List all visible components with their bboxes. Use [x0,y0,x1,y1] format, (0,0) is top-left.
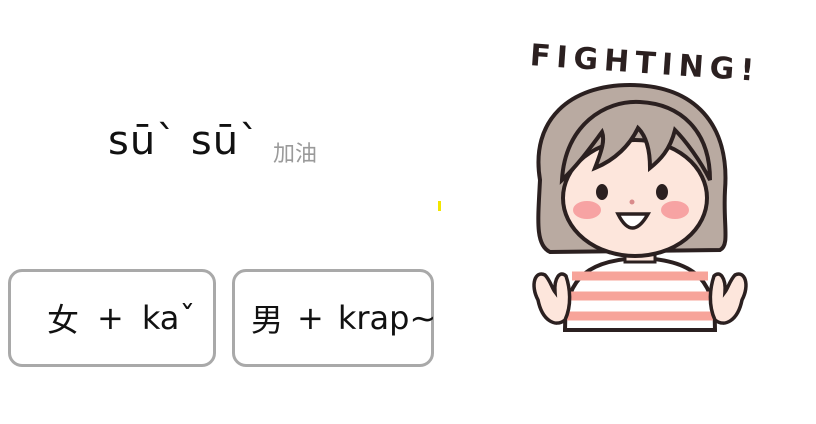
right-hand [708,272,748,325]
plus-sign: + [97,299,124,337]
male-character: 男 [251,301,284,339]
left-cheek [573,201,601,219]
female-particle: kaˇ [141,299,196,337]
nose [629,199,635,205]
male-particle: krap~ [337,299,437,337]
male-polite-ending-card: 男 + krap~ [232,269,437,367]
plus-sign: + [297,299,324,337]
girl-cheering-sticker [532,82,748,332]
right-cheek [661,201,689,219]
female-polite-ending-card: 女 + kaˇ [8,269,216,367]
yellow-mark [438,201,441,211]
chinese-meaning: 加油 [273,142,318,167]
female-character: 女 [47,301,80,339]
thai-word-romanization: sū` sū` [108,118,261,164]
left-eye [596,184,608,200]
left-hand [532,272,572,325]
right-eye [656,184,668,200]
